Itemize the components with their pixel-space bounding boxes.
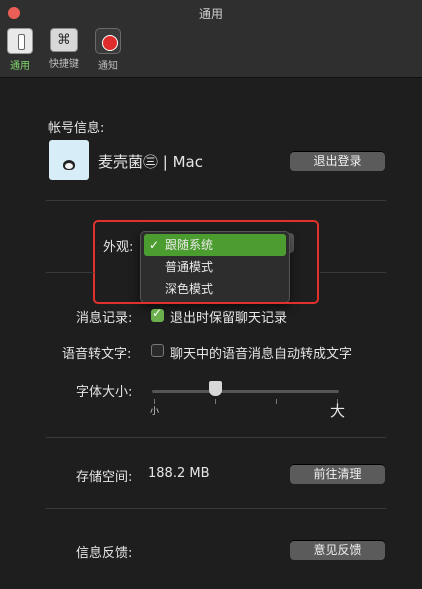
font-size-label: 字体大小: — [76, 385, 133, 400]
divider — [46, 272, 94, 273]
title-bar: 通用 — [0, 0, 422, 26]
feedback-button[interactable]: 意见反馈 — [290, 540, 385, 560]
voice-to-text-label: 语音转文字: — [62, 347, 132, 362]
voice-to-text-checkbox-label[interactable]: 聊天中的语音消息自动转成文字 — [170, 343, 352, 362]
window-title: 通用 — [198, 7, 223, 21]
general-icon — [7, 28, 33, 54]
toolbar-tab-general[interactable]: 通用 — [0, 28, 40, 72]
bird-belly — [65, 163, 73, 169]
toolbar-tab-shortcut[interactable]: ⌘ 快捷键 — [44, 28, 84, 70]
divider — [46, 437, 386, 438]
avatar — [49, 140, 89, 180]
chat-history-label: 消息记录: — [76, 311, 133, 326]
preferences-toolbar: 通用 ⌘ 快捷键 通知 — [0, 26, 422, 78]
slider-tick — [276, 399, 277, 404]
logout-button[interactable]: 退出登录 — [290, 151, 385, 171]
toolbar-tab-shortcut-label: 快捷键 — [49, 59, 79, 70]
divider — [46, 200, 386, 201]
font-size-slider-track[interactable] — [152, 390, 339, 393]
font-size-slider-knob[interactable] — [209, 381, 222, 396]
toolbar-tab-general-label: 通用 — [10, 61, 30, 72]
font-size-min-label: 小 — [150, 407, 160, 417]
account-section-label: 帐号信息: — [48, 121, 105, 136]
toolbar-tab-notification-label: 通知 — [98, 61, 118, 72]
annotation-highlight-box — [93, 220, 319, 304]
slider-tick — [215, 399, 216, 404]
voice-to-text-checkbox[interactable] — [151, 344, 164, 357]
divider — [320, 272, 386, 273]
keep-history-checkbox[interactable] — [151, 306, 164, 322]
divider — [46, 508, 386, 509]
keep-history-checkbox-label[interactable]: 退出时保留聊天记录 — [170, 307, 287, 326]
notification-icon — [95, 28, 121, 54]
toolbar-tab-notification[interactable]: 通知 — [88, 28, 128, 72]
clean-storage-button[interactable]: 前往清理 — [290, 464, 385, 484]
shortcut-icon: ⌘ — [50, 28, 78, 52]
account-username: 麦壳菌㊂ | Mac — [98, 153, 203, 171]
font-size-max-label: 大 — [330, 402, 346, 420]
feedback-label: 信息反馈: — [76, 546, 133, 561]
storage-label: 存储空间: — [76, 470, 133, 485]
storage-value: 188.2 MB — [148, 466, 210, 481]
